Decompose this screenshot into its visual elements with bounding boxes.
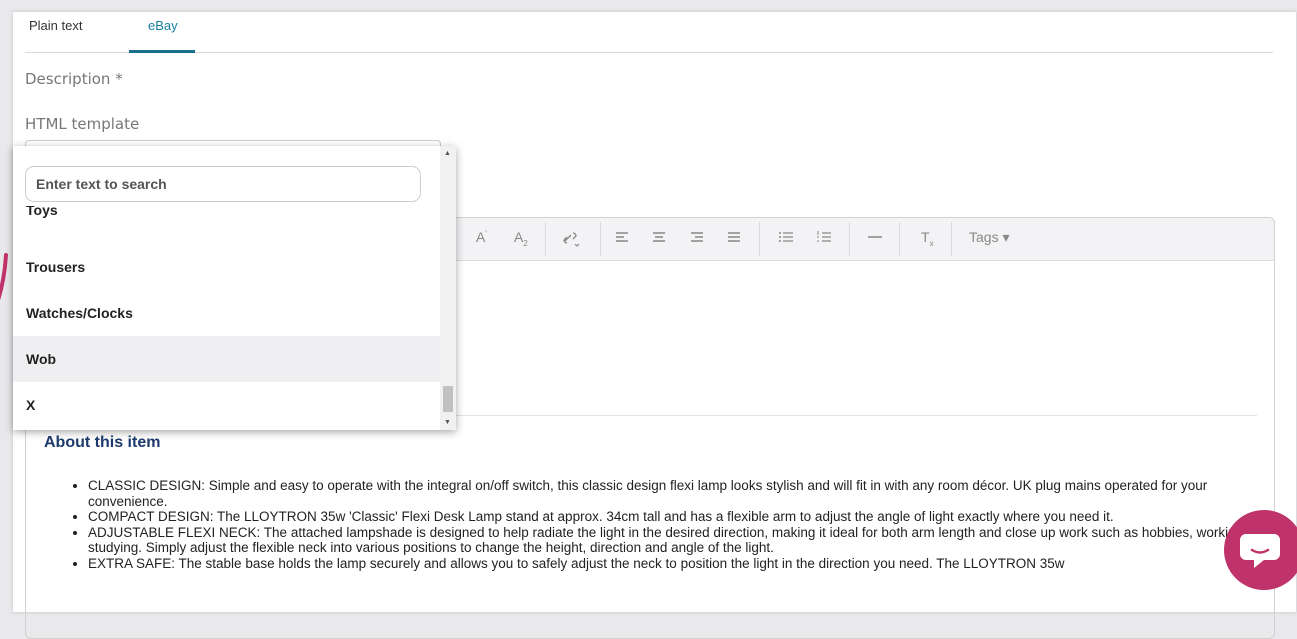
superscript-icon[interactable]: A' (476, 229, 487, 245)
align-left-icon[interactable] (614, 229, 630, 248)
toolbar-separator (849, 222, 850, 256)
list-item: ADJUSTABLE FLEXI NECK: The attached lamp… (88, 525, 1274, 556)
align-justify-icon[interactable] (726, 229, 742, 248)
scrollbar-thumb[interactable] (443, 386, 453, 412)
align-center-icon[interactable] (651, 229, 667, 248)
template-dropdown: Toys Trousers Watches/Clocks Wob X ▲ ▼ (13, 146, 456, 430)
subscript-icon[interactable]: A2 (514, 229, 528, 248)
scroll-down-arrow-icon[interactable]: ▼ (444, 419, 451, 426)
dropdown-item-watches-clocks[interactable]: Watches/Clocks (13, 290, 440, 336)
align-right-icon[interactable] (689, 229, 705, 248)
dropdown-item-toys[interactable]: Toys (13, 206, 440, 222)
toolbar-separator (759, 222, 760, 256)
dropdown-scrollbar[interactable]: ▲ ▼ (440, 146, 456, 430)
description-label: Description * (25, 70, 123, 88)
tags-label: Tags (969, 229, 999, 245)
toolbar-separator (951, 222, 952, 256)
html-template-label: HTML template (25, 115, 140, 133)
dropdown-item-x[interactable]: X (13, 382, 440, 428)
list-item: COMPACT DESIGN: The LLOYTRON 35w 'Classi… (88, 509, 1274, 525)
dropdown-item-trousers[interactable]: Trousers (13, 244, 440, 290)
toolbar-separator (899, 222, 900, 256)
active-tab-indicator (129, 50, 195, 53)
tab-ebay[interactable]: eBay (148, 18, 178, 33)
scroll-up-arrow-icon[interactable]: ▲ (444, 150, 451, 157)
bullet-list-icon[interactable] (778, 229, 794, 248)
list-item: EXTRA SAFE: The stable base holds the la… (88, 556, 1274, 572)
list-item: CLASSIC DESIGN: Simple and easy to opera… (88, 478, 1274, 509)
clear-format-icon[interactable]: Tx (921, 229, 934, 248)
toolbar-separator (600, 222, 601, 256)
chat-bubble-icon (1240, 534, 1280, 568)
dropdown-search-input[interactable] (25, 166, 421, 202)
chat-launcher-button[interactable] (1224, 510, 1297, 590)
numbered-list-icon[interactable] (816, 229, 832, 248)
annotation-mark (0, 253, 8, 301)
tab-plain-text[interactable]: Plain text (29, 18, 82, 33)
dropdown-item-wob[interactable]: Wob (13, 336, 440, 382)
tags-dropdown[interactable]: Tags ▾ (969, 229, 1010, 246)
link-icon[interactable] (561, 229, 581, 250)
horizontal-rule-icon[interactable] (866, 229, 884, 248)
about-heading: About this item (44, 434, 161, 451)
description-tabs: Plain text eBay (25, 12, 1273, 53)
toolbar-separator (545, 222, 546, 256)
feature-list: CLASSIC DESIGN: Simple and easy to opera… (70, 478, 1274, 572)
